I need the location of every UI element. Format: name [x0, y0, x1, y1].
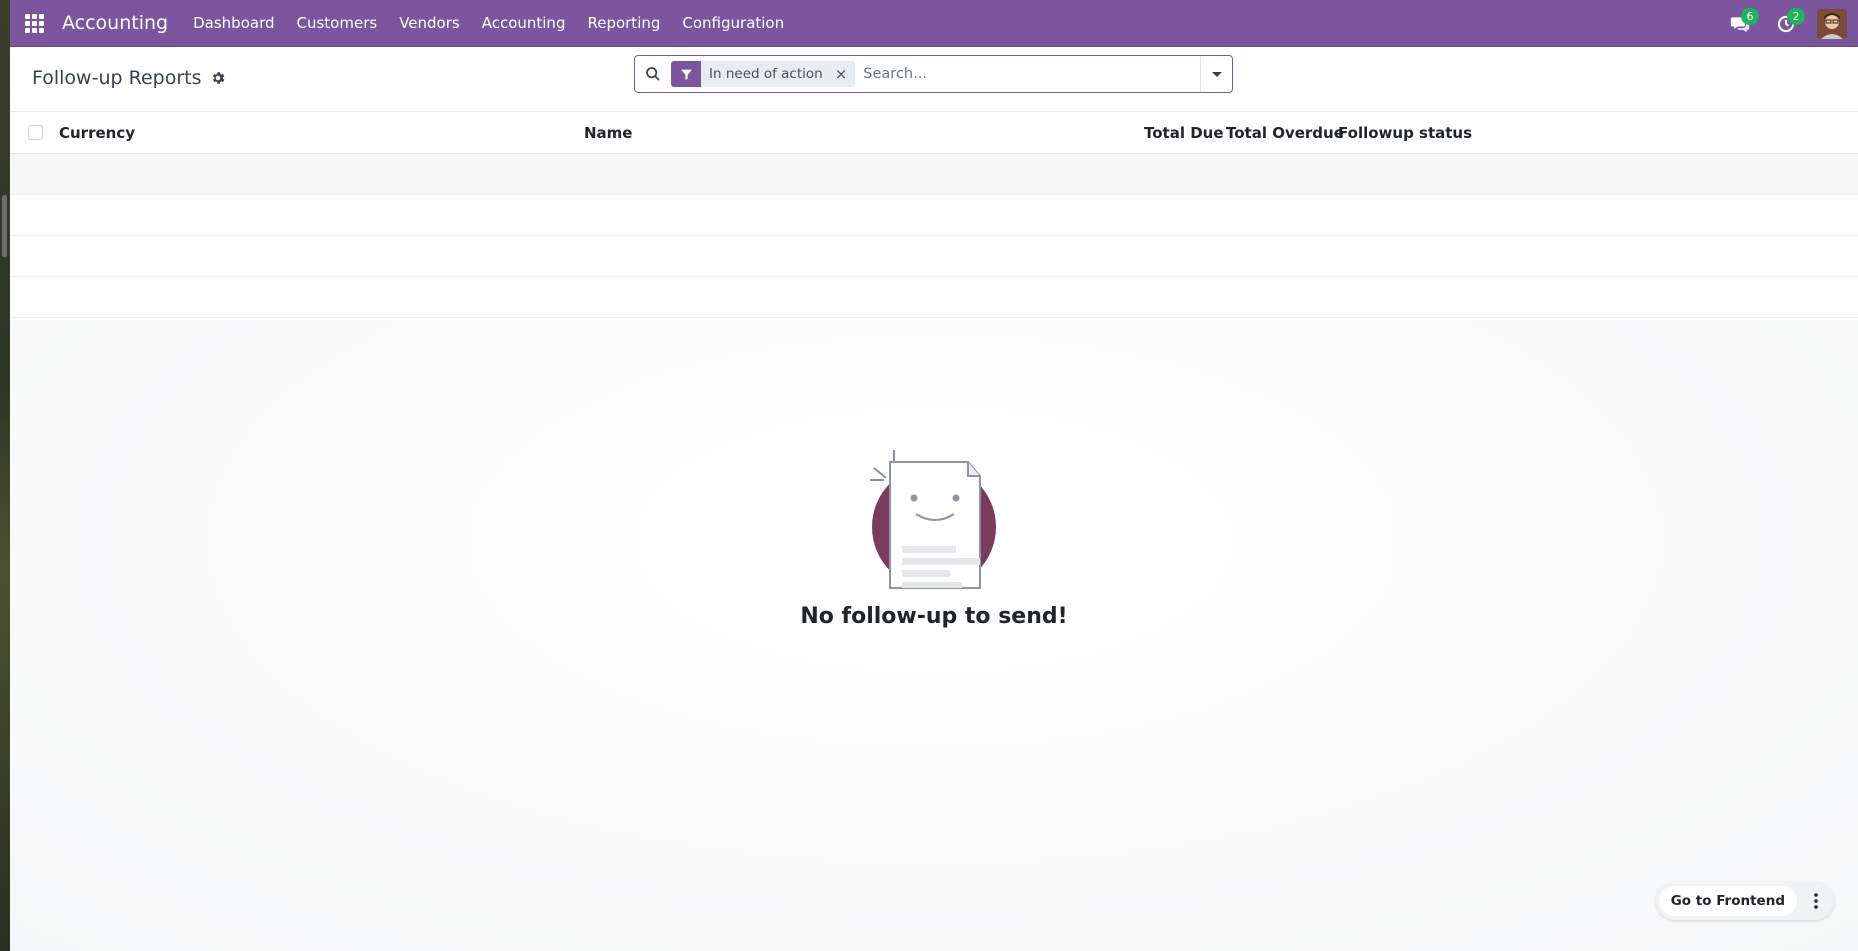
column-currency[interactable]: Currency — [59, 124, 135, 142]
menu-configuration[interactable]: Configuration — [671, 0, 795, 47]
more-options-button[interactable] — [1801, 886, 1831, 916]
menu-reporting[interactable]: Reporting — [576, 0, 671, 47]
control-panel: Follow-up Reports In need of action × — [10, 47, 1858, 112]
menu-accounting[interactable]: Accounting — [471, 0, 577, 47]
column-name[interactable]: Name — [584, 124, 632, 142]
facet-remove-button[interactable]: × — [829, 65, 856, 83]
list-header: Currency Name Total Due Total Overdue Fo… — [10, 112, 1858, 154]
search-options-toggle[interactable] — [1200, 56, 1232, 92]
gear-icon[interactable] — [210, 70, 226, 86]
user-avatar[interactable] — [1817, 8, 1847, 39]
activities-badge: 2 — [1787, 8, 1805, 25]
app-brand[interactable]: Accounting — [62, 12, 168, 34]
navbar-systray: 6 2 — [1717, 0, 1858, 47]
empty-list-row — [10, 277, 1858, 318]
go-to-frontend-button[interactable]: Go to Frontend — [1658, 886, 1797, 916]
page-title: Follow-up Reports — [32, 67, 202, 89]
apps-grid-icon — [24, 13, 44, 33]
frontend-actions: Go to Frontend — [1655, 882, 1834, 920]
kebab-icon — [1814, 893, 1818, 909]
search-bar: In need of action × — [634, 55, 1233, 93]
menu-dashboard[interactable]: Dashboard — [182, 0, 285, 47]
activities-button[interactable]: 2 — [1763, 0, 1809, 47]
top-navbar: Accounting Dashboard Customers Vendors A… — [10, 0, 1858, 47]
main-menu: Dashboard Customers Vendors Accounting R… — [182, 0, 795, 47]
select-all-checkbox[interactable] — [28, 125, 43, 140]
left-window-edge — [0, 0, 10, 951]
menu-vendors[interactable]: Vendors — [388, 0, 471, 47]
search-input[interactable] — [861, 59, 1200, 89]
apps-menu-button[interactable] — [10, 0, 58, 47]
messages-button[interactable]: 6 — [1717, 0, 1763, 47]
caret-down-icon — [1211, 72, 1222, 77]
column-followup-status[interactable]: Followup status — [1338, 124, 1472, 142]
window-handle — [2, 195, 7, 257]
search-button[interactable] — [635, 66, 671, 82]
empty-list-row — [10, 154, 1858, 195]
messages-badge: 6 — [1741, 8, 1759, 25]
empty-state-title: No follow-up to send! — [800, 604, 1068, 629]
search-icon — [646, 67, 660, 81]
search-facet: In need of action × — [671, 61, 856, 87]
empty-state: No follow-up to send! — [10, 440, 1858, 629]
empty-list-row — [10, 195, 1858, 236]
column-total-overdue[interactable]: Total Overdue — [1226, 124, 1344, 142]
empty-document-icon — [870, 450, 996, 589]
no-content-helper: No follow-up to send! Go to Frontend — [10, 320, 1858, 951]
app-window: Accounting Dashboard Customers Vendors A… — [10, 0, 1858, 951]
empty-list-row — [10, 236, 1858, 277]
breadcrumb: Follow-up Reports — [32, 67, 226, 89]
facet-label: In need of action — [709, 66, 823, 82]
filter-icon — [671, 61, 701, 87]
column-total-due[interactable]: Total Due — [1144, 124, 1224, 142]
menu-customers[interactable]: Customers — [286, 0, 389, 47]
